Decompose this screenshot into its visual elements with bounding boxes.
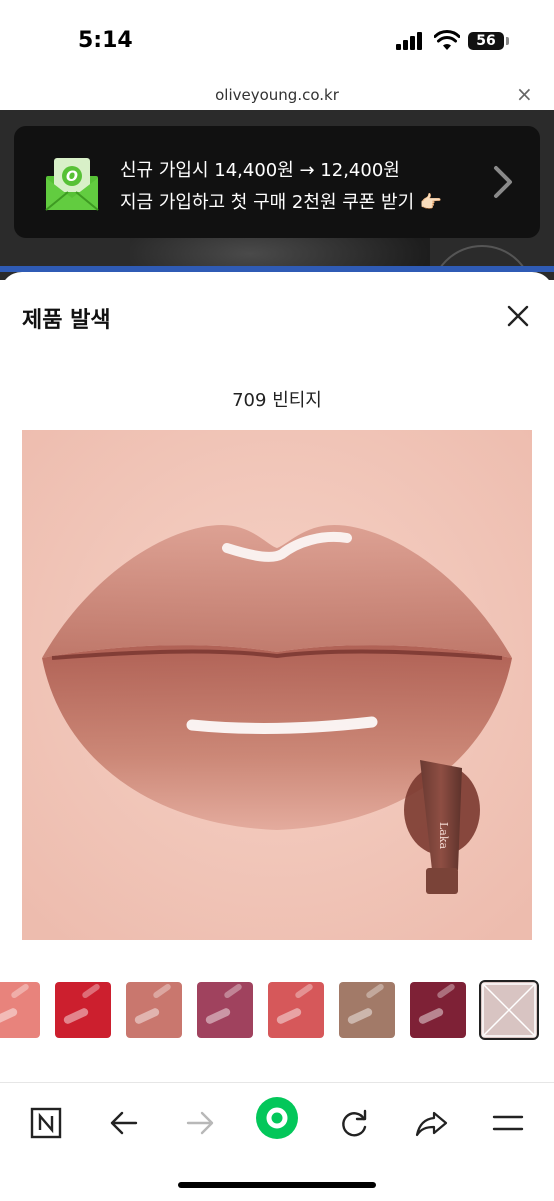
back-arrow-icon[interactable] [102,1101,146,1145]
battery-tip [506,37,509,45]
promo-headline: 신규 가입시 14,400원 → 12,400원 [120,160,400,181]
shade-bottom-sheet: 제품 발색 709 빈티지 Laka [0,272,554,1082]
browser-url[interactable]: oliveyoung.co.kr [0,86,554,104]
promo-banner[interactable]: O 신규 가입시 14,400원 → 12,400원 지금 가입하고 첫 구매 … [14,126,540,238]
swatch-item[interactable] [410,982,466,1038]
swatch-selected[interactable] [479,980,539,1040]
svg-text:O: O [66,169,78,185]
sheet-title: 제품 발색 [22,308,111,333]
status-bar: 5:14 56 oliveyoung.co.kr × [0,0,554,106]
share-icon[interactable] [410,1101,454,1145]
chevron-right-icon[interactable] [488,164,518,200]
swatch-item[interactable] [339,982,395,1038]
battery-icon: 56 [468,32,504,50]
wifi-icon [434,30,460,50]
reload-icon[interactable] [332,1101,376,1145]
swatch-carousel[interactable] [0,980,554,1042]
swatch-item[interactable] [0,982,40,1038]
close-icon[interactable]: × [516,82,533,106]
home-circle-icon[interactable] [254,1095,300,1141]
naver-logo-icon[interactable] [24,1101,68,1145]
product-brand-label: Laka [437,822,450,850]
swatch-item[interactable] [268,982,324,1038]
signal-icon [396,32,426,50]
menu-icon[interactable] [486,1101,530,1145]
swatch-item[interactable] [197,982,253,1038]
swatch-item[interactable] [55,982,111,1038]
forward-arrow-icon[interactable] [178,1101,222,1145]
close-icon[interactable] [504,302,532,330]
unavailable-cross-icon [482,983,536,1037]
status-time: 5:14 [78,28,133,53]
envelope-coupon-icon: O [45,158,99,211]
swatch-item[interactable] [126,982,182,1038]
home-indicator [178,1182,376,1188]
promo-subline: 지금 가입하고 첫 구매 2천원 쿠폰 받기 👉🏻 [120,192,443,213]
lip-swatch-image: Laka [22,430,532,940]
shade-name: 709 빈티지 [232,390,322,411]
